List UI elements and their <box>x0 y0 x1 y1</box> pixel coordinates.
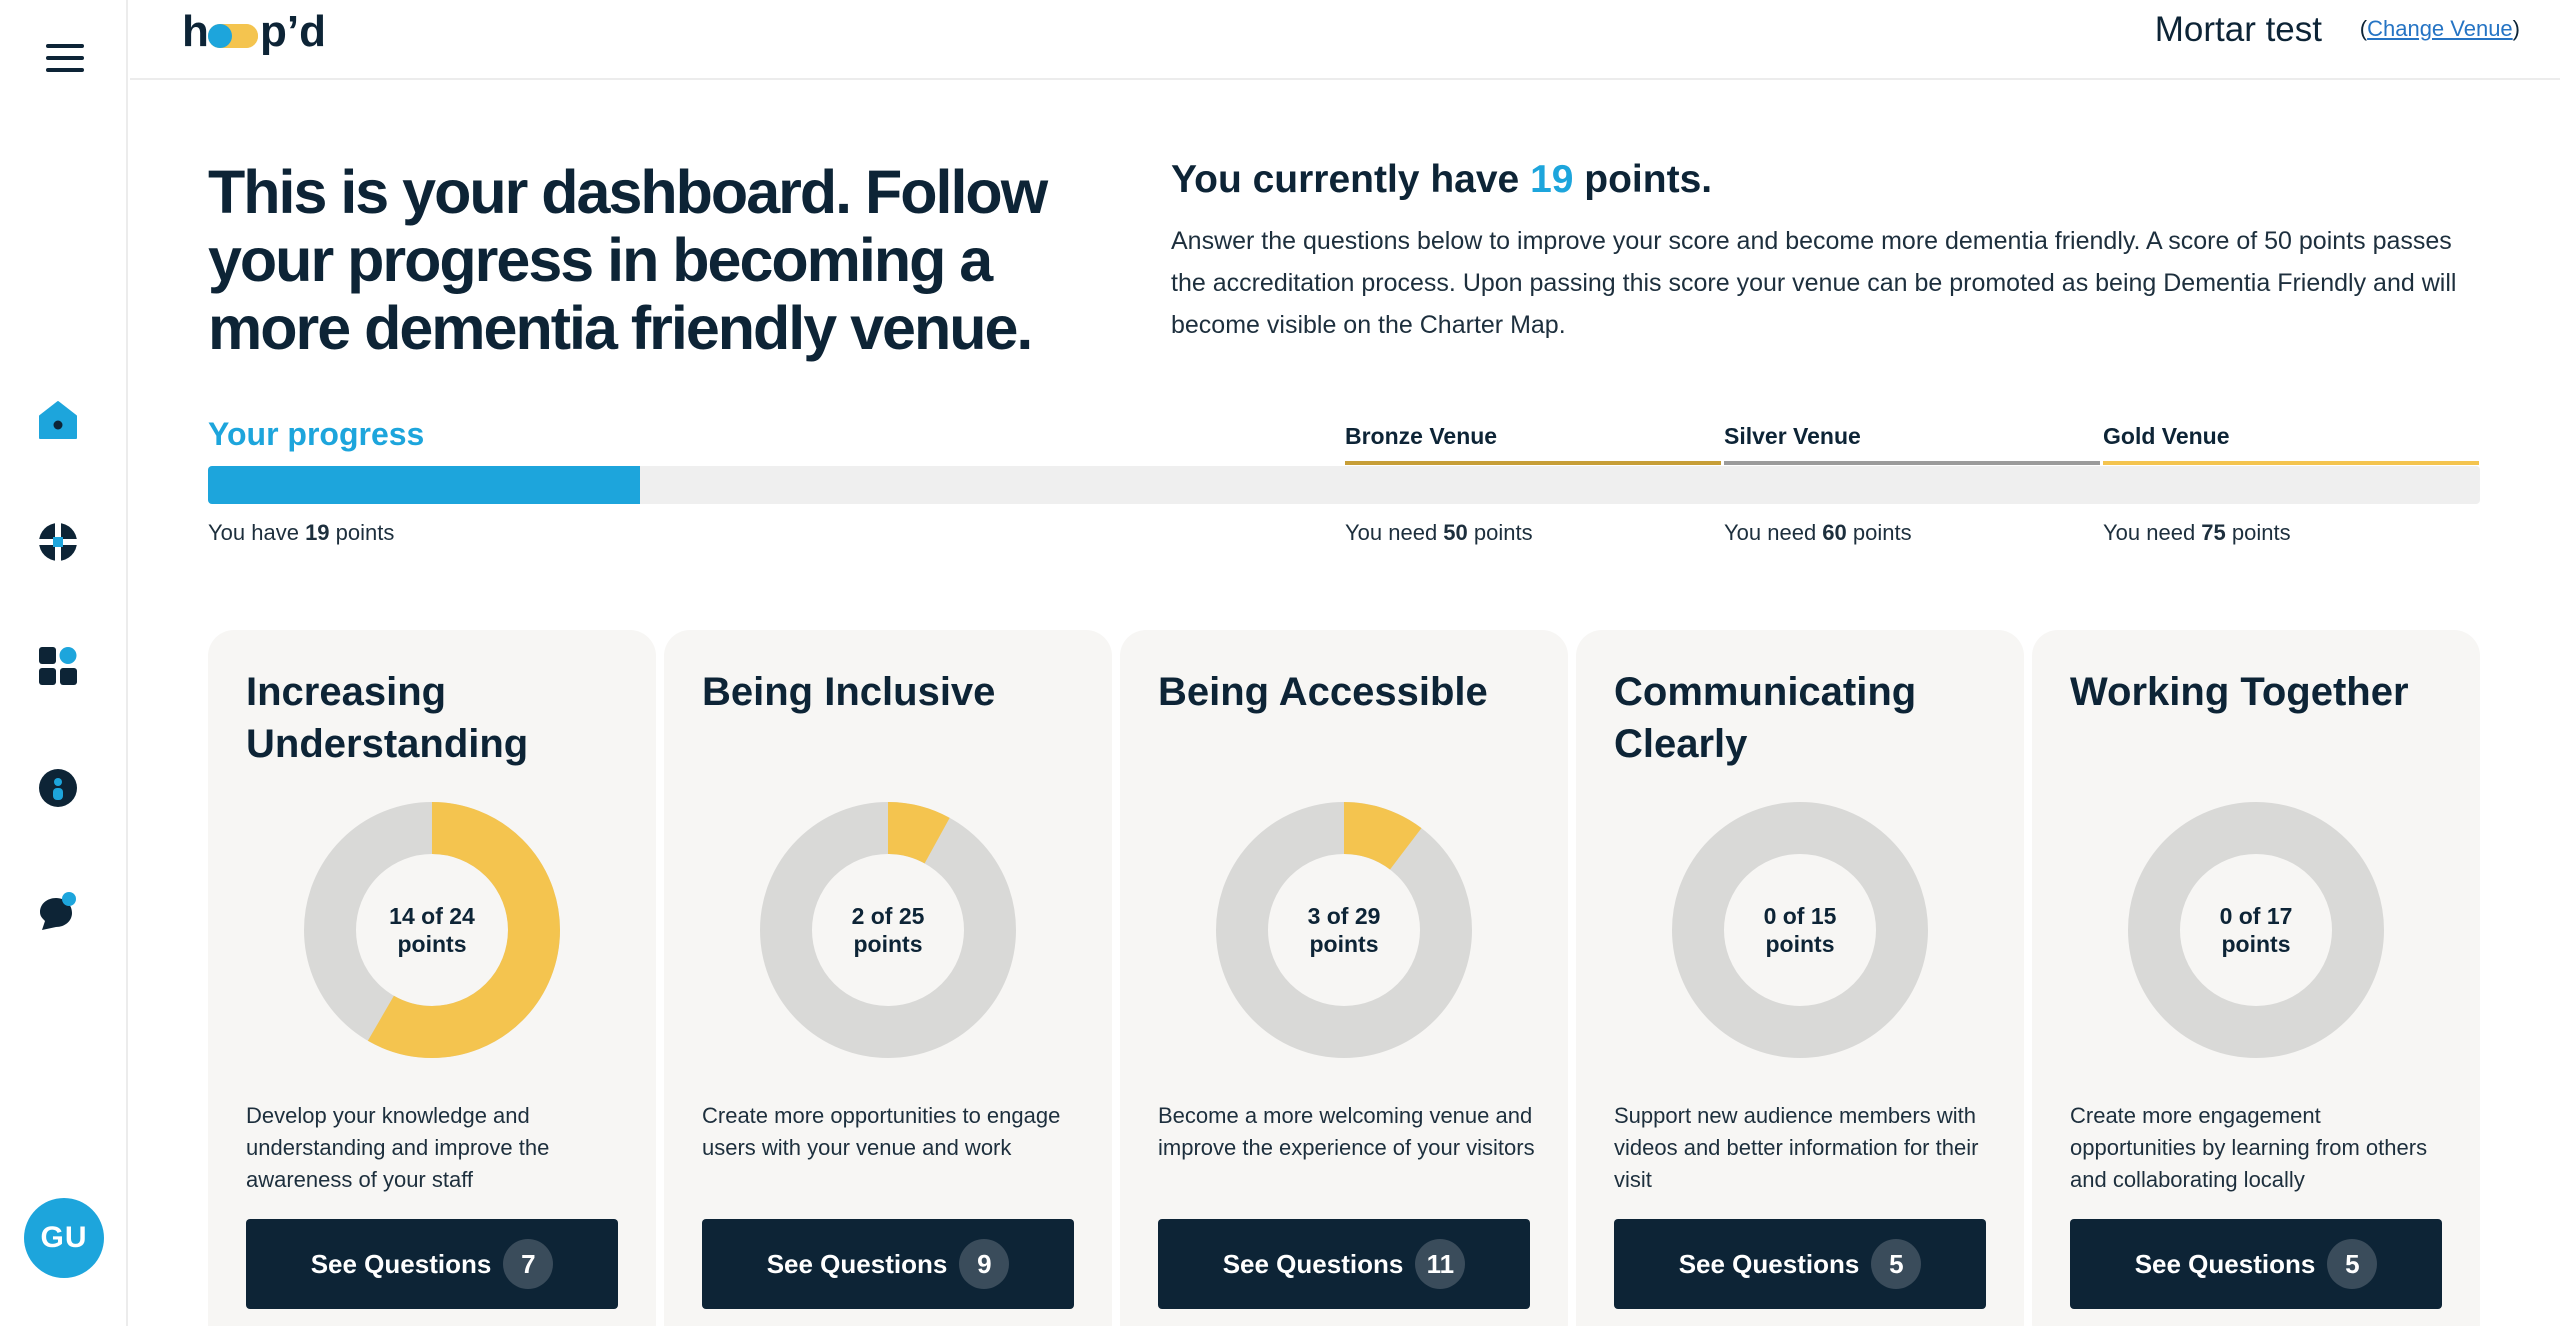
donut-unit: points <box>1309 931 1379 957</box>
button-label: See Questions <box>310 1248 492 1279</box>
card-description: Develop your knowledge and understanding… <box>246 1103 550 1192</box>
question-count-badge: 9 <box>959 1239 1010 1289</box>
card-title: Working Together <box>2070 670 2409 714</box>
see-questions-button[interactable]: See Questions 5 <box>1614 1219 1986 1309</box>
tier-gold-line <box>2103 461 2479 465</box>
button-label: See Questions <box>766 1248 948 1279</box>
donut-score: 0 of 17 <box>2219 903 2293 929</box>
category-card: Communicating Clearly 0 of 15 points Supp… <box>1576 630 2024 1326</box>
points-value: 19 <box>1530 158 1574 201</box>
score-donut: 0 of 17 points <box>2126 800 2386 1060</box>
question-count-badge: 7 <box>503 1239 554 1289</box>
category-card: Increasing Understanding 14 of 24 points … <box>208 630 656 1326</box>
dashboard-grid-icon[interactable] <box>36 644 80 688</box>
card-description: Support new audience members with videos… <box>1614 1103 1979 1192</box>
donut-unit: points <box>853 931 923 957</box>
venue-name: Mortar test <box>2154 10 2322 49</box>
progress-track <box>208 466 2480 504</box>
note-suffix: points <box>2225 520 2291 545</box>
note-value: 50 <box>1443 520 1468 545</box>
home-icon[interactable] <box>36 398 80 442</box>
score-donut: 14 of 24 points <box>302 800 562 1060</box>
see-questions-button[interactable]: See Questions 11 <box>1158 1219 1530 1309</box>
change-venue-close: ) <box>2512 16 2520 41</box>
avatar[interactable]: GU <box>24 1198 104 1278</box>
donut-unit: points <box>2221 931 2291 957</box>
points-heading: You currently have 19 points. <box>1171 158 1712 202</box>
donut-score: 2 of 25 <box>851 903 925 929</box>
donut-score: 0 of 15 <box>1763 903 1837 929</box>
see-questions-button[interactable]: See Questions 7 <box>246 1219 618 1309</box>
tier-gold-note: You need 75 points <box>2103 520 2291 546</box>
change-venue-open: ( <box>2359 16 2368 41</box>
see-questions-button[interactable]: See Questions 9 <box>702 1219 1074 1309</box>
donut-unit: points <box>1765 931 1835 957</box>
change-venue: (Change Venue) <box>2360 16 2520 42</box>
note-prefix: You need <box>1724 520 1823 545</box>
profile-icon[interactable] <box>36 766 80 810</box>
card-description: Become a more welcoming venue and improv… <box>1158 1103 1535 1160</box>
note-value: 19 <box>305 520 330 545</box>
question-count-badge: 11 <box>1415 1239 1466 1289</box>
card-description: Create more opportunities to engage user… <box>702 1103 1061 1160</box>
resources-icon[interactable] <box>36 520 80 564</box>
svg-text:h: h <box>182 8 209 56</box>
card-title: Communicating Clearly <box>1614 670 1917 766</box>
tier-bronze-line <box>1345 461 1721 465</box>
progress-label: Your progress <box>208 416 425 452</box>
donut-score: 3 of 29 <box>1307 903 1381 929</box>
card-description: Create more engagement opportunities by … <box>2070 1103 2428 1192</box>
progress-fill <box>208 466 640 504</box>
see-questions-button[interactable]: See Questions 5 <box>2070 1219 2442 1309</box>
points-prefix: You currently have <box>1171 158 1531 201</box>
note-prefix: You have <box>208 520 306 545</box>
chat-icon[interactable] <box>36 890 80 934</box>
button-label: See Questions <box>1222 1248 1404 1279</box>
note-value: 60 <box>1822 520 1847 545</box>
card-title: Being Inclusive <box>702 670 996 714</box>
svg-text:p’d: p’d <box>260 8 326 56</box>
tier-gold-label: Gold Venue <box>2103 423 2230 449</box>
category-card: Being Inclusive 2 of 25 points Create mor… <box>664 630 1112 1326</box>
question-count-badge: 5 <box>2327 1239 2378 1289</box>
score-donut: 0 of 15 points <box>1670 800 1930 1060</box>
note-prefix: You need <box>2103 520 2202 545</box>
points-description: Answer the questions below to improve yo… <box>1171 227 2457 339</box>
donut-score: 14 of 24 <box>389 903 475 929</box>
top-header: h p’d Mortar test (Change Venue) <box>130 0 2560 80</box>
card-title: Being Accessible <box>1158 670 1488 714</box>
tier-bronze-label: Bronze Venue <box>1345 423 1498 449</box>
hoopd-logo[interactable]: h p’d <box>182 4 342 56</box>
progress-current-note: You have 19 points <box>208 520 394 546</box>
score-donut: 3 of 29 points <box>1214 800 1474 1060</box>
sidebar: GU <box>0 0 128 1326</box>
note-suffix: points <box>1846 520 1912 545</box>
button-label: See Questions <box>1678 1248 1860 1279</box>
button-label: See Questions <box>2134 1248 2316 1279</box>
question-count-badge: 5 <box>1871 1239 1922 1289</box>
tier-silver-label: Silver Venue <box>1724 423 1861 449</box>
note-prefix: You need <box>1345 520 1444 545</box>
change-venue-link[interactable]: Change Venue <box>2367 16 2513 41</box>
score-donut: 2 of 25 points <box>758 800 1018 1060</box>
note-suffix: points <box>1467 520 1533 545</box>
donut-unit: points <box>397 931 467 957</box>
hamburger-icon[interactable] <box>46 42 84 74</box>
points-suffix: points. <box>1573 158 1713 201</box>
page-title: This is your dashboard. Follow your prog… <box>208 158 1048 362</box>
tier-silver-note: You need 60 points <box>1724 520 1912 546</box>
note-value: 75 <box>2201 520 2226 545</box>
tier-silver-line <box>1724 461 2100 465</box>
tier-bronze-note: You need 50 points <box>1345 520 1533 546</box>
category-card: Working Together 0 of 17 points Create mo… <box>2032 630 2480 1326</box>
category-card: Being Accessible 3 of 29 points Become a … <box>1120 630 1568 1326</box>
note-suffix: points <box>329 520 395 545</box>
card-title: Increasing Understanding <box>246 670 529 766</box>
